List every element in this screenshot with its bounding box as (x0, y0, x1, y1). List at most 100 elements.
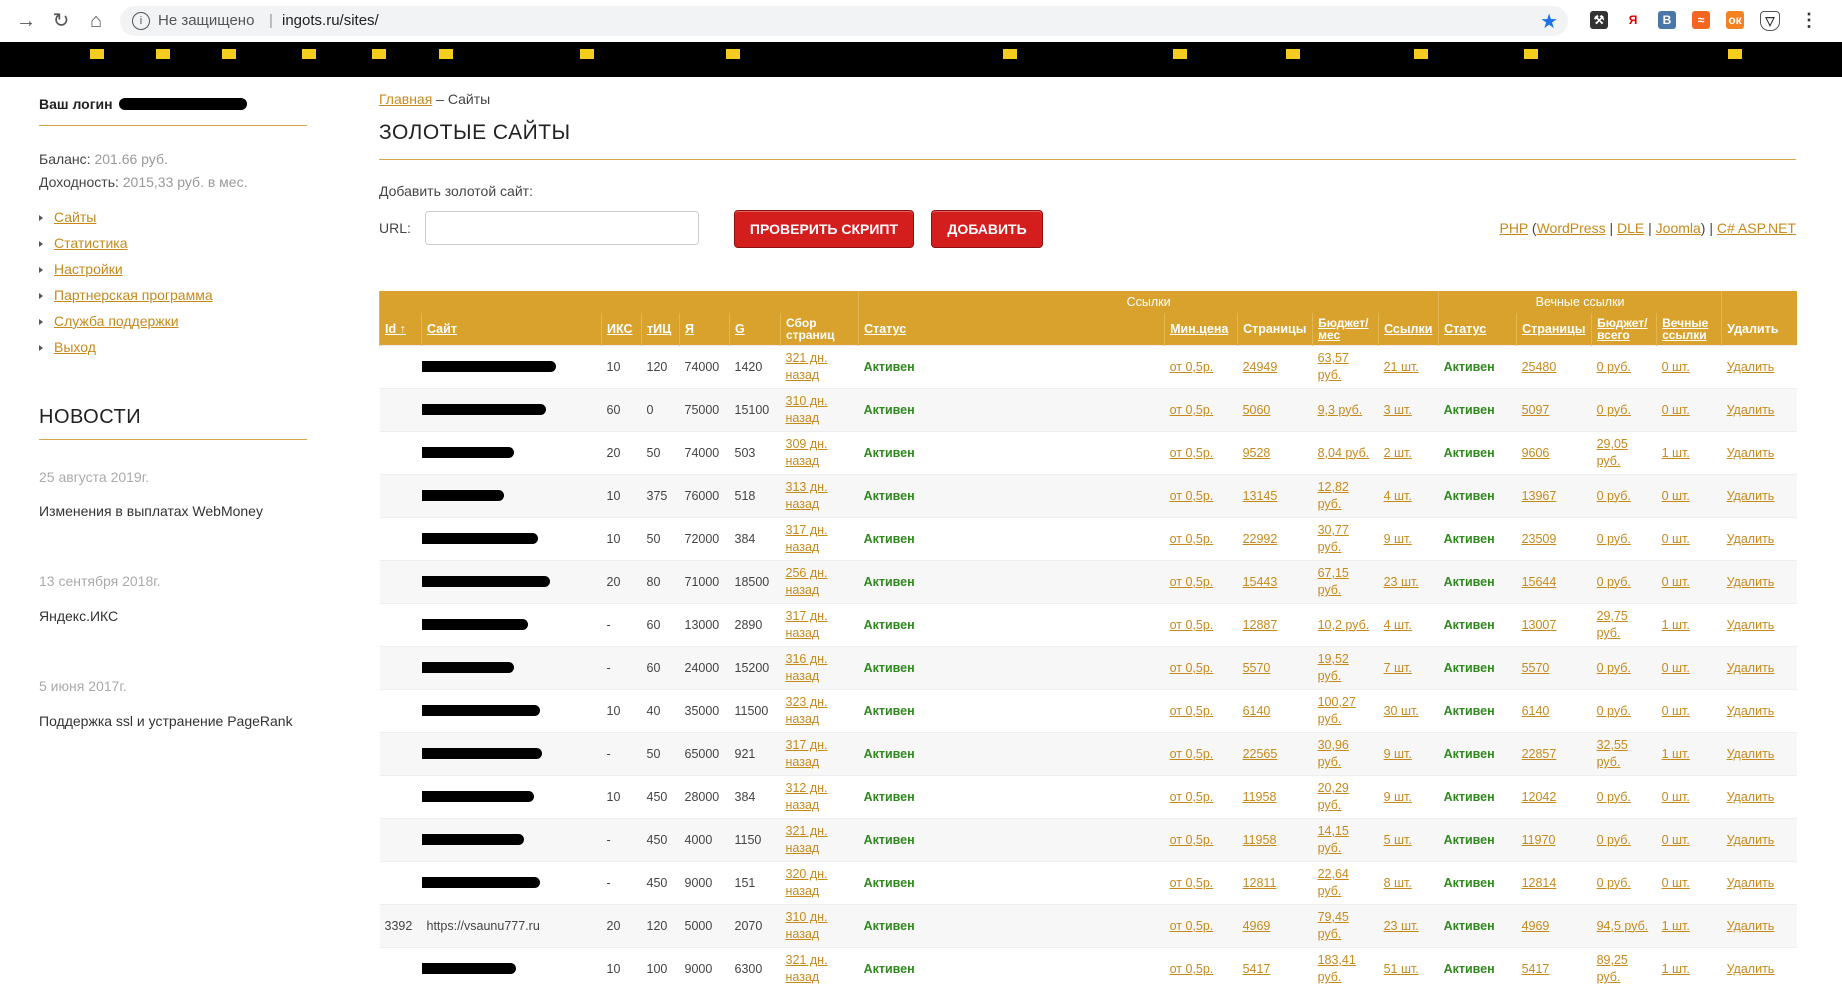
sidebar-link[interactable]: Настройки (54, 261, 123, 277)
news-text[interactable]: Поддержка ssl и устранение PageRank (39, 713, 293, 729)
row-links-link[interactable]: 23 шт. (1384, 919, 1419, 933)
row-eternal-link[interactable]: 0 шт. (1662, 360, 1690, 374)
row-pages2-link[interactable]: 13007 (1522, 618, 1557, 632)
news-text[interactable]: Яндекс.ИКС (39, 608, 118, 624)
row-eternal-link[interactable]: 1 шт. (1662, 962, 1690, 976)
row-budget-link[interactable]: 19,52 руб. (1318, 652, 1349, 683)
row-pages2-link[interactable]: 15644 (1522, 575, 1557, 589)
row-eternal-link[interactable]: 0 шт. (1662, 876, 1690, 890)
row-minprice-link[interactable]: от 0,5р. (1170, 575, 1214, 589)
header-g[interactable]: G (735, 322, 745, 336)
row-budget-link[interactable]: 14,15 руб. (1318, 824, 1349, 855)
row-links-link[interactable]: 8 шт. (1384, 876, 1412, 890)
row-pages-link[interactable]: 12887 (1243, 618, 1278, 632)
sidebar-link[interactable]: Статистика (54, 235, 128, 251)
row-budget-link[interactable]: 79,45 руб. (1318, 910, 1349, 941)
row-delete-link[interactable]: Удалить (1727, 532, 1775, 546)
row-budget2-link[interactable]: 94,5 руб. (1597, 919, 1649, 933)
row-links-link[interactable]: 4 шт. (1384, 489, 1412, 503)
row-delete-link[interactable]: Удалить (1727, 446, 1775, 460)
info-icon[interactable]: i (132, 12, 150, 30)
row-budget-link[interactable]: 30,77 руб. (1318, 523, 1349, 554)
row-pages-link[interactable]: 22565 (1243, 747, 1278, 761)
row-minprice-link[interactable]: от 0,5р. (1170, 618, 1214, 632)
row-budget-link[interactable]: 100,27 руб. (1318, 695, 1356, 726)
row-budget-link[interactable]: 30,96 руб. (1318, 738, 1349, 769)
row-budget2-link[interactable]: 0 руб. (1597, 661, 1631, 675)
row-collect-link[interactable]: 317 дн. назад (786, 738, 828, 769)
bookmark-folder-icon[interactable] (372, 49, 386, 59)
row-pages-link[interactable]: 13145 (1243, 489, 1278, 503)
home-icon[interactable]: ⌂ (84, 9, 108, 33)
row-pages-link[interactable]: 22992 (1243, 532, 1278, 546)
row-budget2-link[interactable]: 32,55 руб. (1597, 738, 1628, 769)
row-pages2-link[interactable]: 6140 (1522, 704, 1550, 718)
sidebar-item-sites[interactable]: Сайты (39, 209, 213, 235)
row-pages-link[interactable]: 5417 (1243, 962, 1271, 976)
row-delete-link[interactable]: Удалить (1727, 790, 1775, 804)
row-eternal-link[interactable]: 0 шт. (1662, 575, 1690, 589)
bookmark-folder-icon[interactable] (156, 49, 170, 59)
header-budget[interactable]: Бюджет/ мес (1318, 316, 1368, 342)
row-delete-link[interactable]: Удалить (1727, 919, 1775, 933)
row-minprice-link[interactable]: от 0,5р. (1170, 876, 1214, 890)
row-pages2-link[interactable]: 5417 (1522, 962, 1550, 976)
header-pages2[interactable]: Страницы (1522, 322, 1585, 336)
row-budget-link[interactable]: 183,41 руб. (1318, 953, 1356, 984)
bookmark-folder-icon[interactable] (580, 49, 594, 59)
row-pages2-link[interactable]: 12042 (1522, 790, 1557, 804)
row-budget2-link[interactable]: 0 руб. (1597, 704, 1631, 718)
row-minprice-link[interactable]: от 0,5р. (1170, 747, 1214, 761)
row-collect-link[interactable]: 313 дн. назад (786, 480, 828, 511)
bookmark-folder-icon[interactable] (1524, 49, 1538, 59)
row-budget2-link[interactable]: 29,75 руб. (1597, 609, 1628, 640)
header-links[interactable]: Ссылки (1384, 322, 1432, 336)
row-pages-link[interactable]: 9528 (1243, 446, 1271, 460)
cms-php-link[interactable]: PHP (1499, 220, 1528, 236)
row-eternal-link[interactable]: 0 шт. (1662, 790, 1690, 804)
row-collect-link[interactable]: 309 дн. назад (786, 437, 828, 468)
row-budget2-link[interactable]: 0 руб. (1597, 575, 1631, 589)
row-budget2-link[interactable]: 0 руб. (1597, 360, 1631, 374)
shield-icon[interactable]: ▽ (1760, 11, 1780, 31)
row-pages-link[interactable]: 5570 (1243, 661, 1271, 675)
row-pages2-link[interactable]: 13967 (1522, 489, 1557, 503)
cms-wordpress-link[interactable]: WordPress (1537, 220, 1606, 236)
bookmark-star-icon[interactable]: ★ (1540, 9, 1558, 34)
sidebar-item-stats[interactable]: Статистика (39, 235, 213, 261)
row-collect-link[interactable]: 321 дн. назад (786, 351, 828, 382)
row-eternal-link[interactable]: 1 шт. (1662, 618, 1690, 632)
row-links-link[interactable]: 3 шт. (1384, 403, 1412, 417)
row-eternal-link[interactable]: 1 шт. (1662, 919, 1690, 933)
sidebar-link[interactable]: Служба поддержки (54, 313, 179, 329)
row-links-link[interactable]: 7 шт. (1384, 661, 1412, 675)
row-minprice-link[interactable]: от 0,5р. (1170, 704, 1214, 718)
row-pages-link[interactable]: 11958 (1243, 790, 1277, 804)
row-pages2-link[interactable]: 11970 (1522, 833, 1556, 847)
row-collect-link[interactable]: 256 дн. назад (786, 566, 828, 597)
row-eternal-link[interactable]: 0 шт. (1662, 661, 1690, 675)
row-pages-link[interactable]: 11958 (1243, 833, 1277, 847)
row-collect-link[interactable]: 310 дн. назад (786, 910, 828, 941)
row-delete-link[interactable]: Удалить (1727, 747, 1775, 761)
row-budget-link[interactable]: 9,3 руб. (1318, 403, 1363, 417)
row-budget2-link[interactable]: 0 руб. (1597, 833, 1631, 847)
vk-icon[interactable]: B (1658, 11, 1676, 29)
row-pages2-link[interactable]: 22857 (1522, 747, 1557, 761)
sidebar-item-settings[interactable]: Настройки (39, 261, 213, 287)
bookmark-folder-icon[interactable] (222, 49, 236, 59)
bookmark-folder-icon[interactable] (1728, 49, 1742, 59)
header-minprice[interactable]: Мин.цена (1170, 322, 1228, 336)
row-delete-link[interactable]: Удалить (1727, 489, 1775, 503)
row-delete-link[interactable]: Удалить (1727, 962, 1775, 976)
row-pages2-link[interactable]: 25480 (1522, 360, 1557, 374)
row-links-link[interactable]: 30 шт. (1384, 704, 1419, 718)
row-delete-link[interactable]: Удалить (1727, 876, 1775, 890)
row-minprice-link[interactable]: от 0,5р. (1170, 919, 1214, 933)
header-status[interactable]: Статус (864, 322, 906, 336)
row-links-link[interactable]: 21 шт. (1384, 360, 1419, 374)
row-pages-link[interactable]: 6140 (1243, 704, 1271, 718)
row-collect-link[interactable]: 321 дн. назад (786, 824, 828, 855)
odnoklassniki-icon[interactable]: ок (1726, 11, 1744, 29)
sidebar-link[interactable]: Выход (54, 339, 96, 355)
